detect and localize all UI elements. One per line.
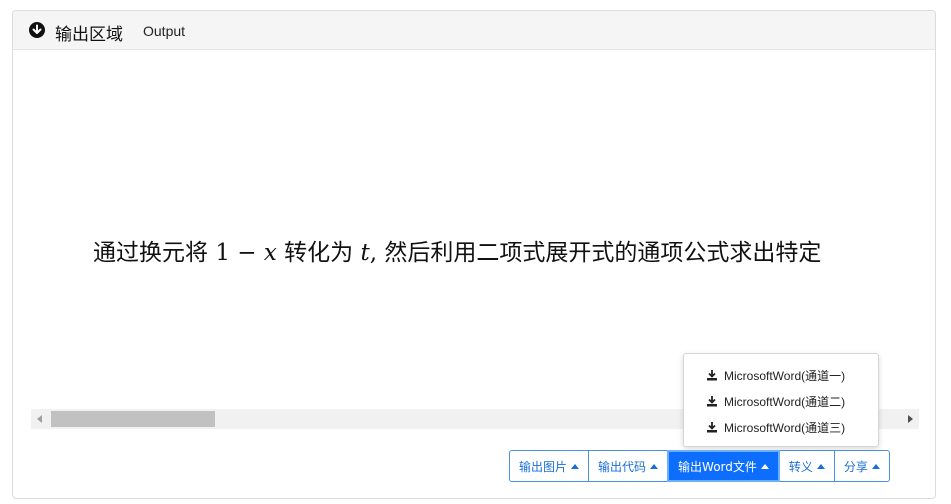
export-word-button[interactable]: 输出Word文件 bbox=[667, 450, 780, 482]
caret-up-icon bbox=[871, 463, 880, 469]
math-t: t bbox=[360, 240, 370, 266]
caret-up-icon bbox=[571, 463, 580, 469]
math-one: 1 bbox=[215, 240, 230, 266]
caret-up-icon bbox=[816, 463, 825, 469]
panel-subtitle: Output bbox=[143, 23, 186, 39]
output-panel: 输出区域 Output 通过换元将 1 − x 转化为 t, 然后利用二项式展开… bbox=[12, 10, 936, 499]
share-label: 分享 bbox=[843, 459, 868, 474]
dropdown-item-label: MicrosoftWord(通道三) bbox=[724, 420, 846, 435]
download-icon bbox=[707, 396, 717, 407]
word-export-dropdown: MicrosoftWord(通道一) MicrosoftWord(通道二) Mi… bbox=[683, 353, 879, 447]
collapse-circle-arrow-icon[interactable] bbox=[29, 22, 45, 38]
dropdown-item-label: MicrosoftWord(通道二) bbox=[724, 394, 846, 409]
dropdown-item-label: MicrosoftWord(通道一) bbox=[724, 368, 846, 383]
escape-label: 转义 bbox=[788, 459, 813, 474]
panel-title: 输出区域 bbox=[55, 25, 123, 45]
dropdown-item-word-channel-3[interactable]: MicrosoftWord(通道三) bbox=[706, 417, 845, 437]
content-text-2: 转化为 bbox=[276, 240, 361, 266]
dropdown-item-word-channel-2[interactable]: MicrosoftWord(通道二) bbox=[706, 391, 845, 411]
download-icon bbox=[707, 422, 717, 433]
dropdown-item-word-channel-1[interactable]: MicrosoftWord(通道一) bbox=[706, 365, 845, 385]
download-icon bbox=[707, 370, 717, 381]
math-x: x bbox=[263, 240, 277, 266]
scroll-thumb[interactable] bbox=[51, 411, 215, 427]
share-button[interactable]: 分享 bbox=[833, 450, 890, 482]
panel-header[interactable]: 输出区域 Output bbox=[13, 11, 935, 50]
content-text-3: , 然后利用二项式展开式的通项公式求出特定 bbox=[369, 240, 822, 266]
export-word-label: 输出Word文件 bbox=[678, 459, 757, 474]
scroll-right-arrow-icon[interactable] bbox=[901, 409, 919, 429]
output-content: 通过换元将 1 − x 转化为 t, 然后利用二项式展开式的通项公式求出特定 bbox=[93, 233, 921, 273]
export-image-button[interactable]: 输出图片 bbox=[509, 450, 590, 482]
output-button-group: 输出图片 输出代码 输出Word文件 转义 分享 bbox=[509, 450, 890, 482]
scroll-left-arrow-icon[interactable] bbox=[31, 409, 49, 429]
escape-button[interactable]: 转义 bbox=[778, 450, 835, 482]
math-minus: − bbox=[229, 240, 264, 266]
caret-up-icon bbox=[650, 463, 659, 469]
export-code-label: 输出代码 bbox=[598, 459, 647, 474]
export-image-label: 输出图片 bbox=[519, 459, 568, 474]
export-code-button[interactable]: 输出代码 bbox=[588, 450, 669, 482]
caret-up-icon bbox=[760, 463, 769, 469]
content-text-1: 通过换元将 bbox=[93, 240, 216, 266]
